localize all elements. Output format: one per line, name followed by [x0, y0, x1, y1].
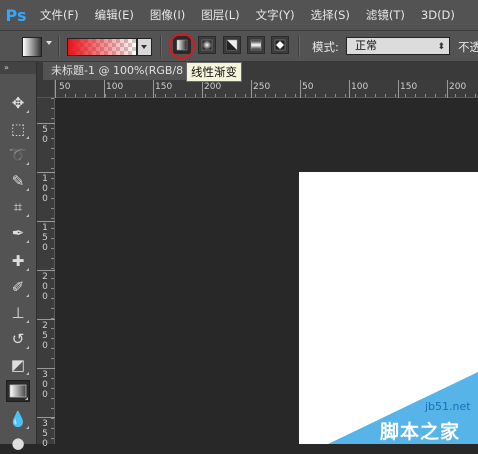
marquee-tool-icon[interactable]: ⬚ [6, 118, 30, 140]
brush-tool-icon[interactable]: ✐ [6, 276, 30, 298]
history-brush-tool-icon[interactable]: ↺ [6, 328, 30, 350]
clone-stamp-tool-icon[interactable]: ⊥ [6, 302, 30, 324]
ruler-tick [37, 221, 55, 222]
menu-filter[interactable]: 滤镜(T) [358, 0, 413, 30]
ruler-label: 5 0 [42, 125, 48, 145]
watermark-name: 脚本之家 [380, 421, 461, 443]
ruler-label: 150 [400, 82, 418, 92]
eraser-tool-icon[interactable]: ◩ [6, 354, 30, 376]
mode-label: 模式: [312, 40, 339, 54]
ruler-label: 50 [302, 82, 314, 92]
gradient-tool-icon[interactable] [6, 380, 30, 402]
ruler-label: 100 [351, 82, 369, 92]
menu-select[interactable]: 选择(S) [303, 0, 358, 30]
ruler-tick [104, 80, 105, 98]
ruler-label: 2 5 0 [42, 321, 48, 351]
reflected-gradient-button[interactable] [247, 36, 265, 54]
eyedropper-tool-icon[interactable]: ✒ [6, 222, 30, 244]
highlight-circle [169, 33, 195, 59]
lasso-tool-icon[interactable]: ➰ [6, 144, 30, 166]
move-tool-icon[interactable]: ✥ [6, 92, 30, 114]
radial-gradient-button[interactable] [198, 36, 216, 54]
ruler-tick [37, 417, 55, 418]
menu-edit[interactable]: 编辑(E) [87, 0, 142, 30]
ruler-label: 250 [253, 82, 271, 92]
blend-mode-value: 正常 [355, 39, 377, 52]
menu-image[interactable]: 图像(I) [142, 0, 193, 30]
tooltip: 线性渐变 [186, 62, 242, 82]
dodge-tool-icon[interactable]: ● [6, 432, 30, 454]
menu-type[interactable]: 文字(Y) [248, 0, 303, 30]
divider [160, 35, 162, 57]
watermark-site: jb51.net [425, 400, 471, 413]
ruler-label: 1 0 0 [42, 174, 48, 204]
ruler-tick [349, 80, 350, 98]
divider [298, 35, 300, 57]
ruler-tick [300, 80, 301, 98]
ruler-tick [55, 80, 56, 98]
radial-gradient-icon [201, 39, 213, 51]
divider [58, 35, 60, 57]
ruler-tick [447, 80, 448, 98]
ruler-label: 1 5 0 [42, 223, 48, 253]
menu-file[interactable]: 文件(F) [32, 0, 87, 30]
diamond-gradient-button[interactable] [271, 36, 289, 54]
gradient-icon [9, 384, 27, 398]
ruler-label: 3 5 0 [42, 419, 48, 449]
ruler-tick [37, 319, 55, 320]
tools-panel: » ✥ ⬚ ➰ ✎ ⌗ ✒ ✚ ✐ ⊥ ↺ ◩ 💧 ● [0, 62, 37, 452]
diamond-gradient-icon [274, 39, 286, 51]
ruler-tick [37, 172, 55, 173]
gradient-picker-dropdown[interactable] [137, 38, 152, 56]
menu-3d[interactable]: 3D(D) [413, 0, 463, 30]
ruler-tick [37, 270, 55, 271]
crop-tool-icon[interactable]: ⌗ [6, 196, 30, 218]
ruler-tick [37, 123, 55, 124]
vertical-ruler[interactable]: 5 0 1 0 0 1 5 0 2 0 0 2 5 0 3 0 0 3 5 0 [37, 98, 55, 449]
menu-layer[interactable]: 图层(L) [193, 0, 247, 30]
ruler-label: 2 0 0 [42, 272, 48, 302]
horizontal-ruler[interactable]: 50 100 150 200 250 50 100 150 200 [55, 80, 478, 98]
tool-preset-picker[interactable] [22, 37, 42, 57]
blend-mode-select[interactable]: 正常 ⬍ [346, 37, 450, 55]
ruler-origin[interactable] [37, 80, 55, 98]
up-down-arrow-icon: ⬍ [437, 42, 445, 52]
chevron-down-icon[interactable] [46, 41, 52, 45]
ruler-label: 50 [59, 82, 71, 92]
app-logo[interactable]: Ps [0, 0, 32, 30]
ruler-tick [37, 368, 55, 369]
gradient-preview[interactable] [67, 38, 137, 56]
ruler-tick [251, 80, 252, 98]
ruler-label: 200 [204, 82, 222, 92]
ruler-label: 3 0 0 [42, 370, 48, 400]
ruler-tick [153, 80, 154, 98]
ruler-label: 100 [106, 82, 124, 92]
panel-collapse-icon[interactable]: » [0, 62, 36, 74]
healing-brush-tool-icon[interactable]: ✚ [6, 250, 30, 272]
blur-tool-icon[interactable]: 💧 [6, 408, 30, 430]
reflected-gradient-icon [250, 39, 262, 51]
ruler-tick [398, 80, 399, 98]
quick-selection-tool-icon[interactable]: ✎ [6, 170, 30, 192]
ruler-label: 150 [155, 82, 173, 92]
document-tab-bar: 未标题-1 @ 100%(RGB/8 [37, 62, 478, 80]
ruler-tick [202, 80, 203, 98]
opacity-label: 不透 [458, 40, 478, 54]
menu-bar: Ps 文件(F) 编辑(E) 图像(I) 图层(L) 文字(Y) 选择(S) 滤… [0, 0, 478, 30]
angle-gradient-button[interactable] [223, 36, 241, 54]
ruler-label: 200 [449, 82, 467, 92]
angle-gradient-icon [226, 39, 238, 51]
options-bar: 模式: 正常 ⬍ 不透 [0, 30, 478, 62]
